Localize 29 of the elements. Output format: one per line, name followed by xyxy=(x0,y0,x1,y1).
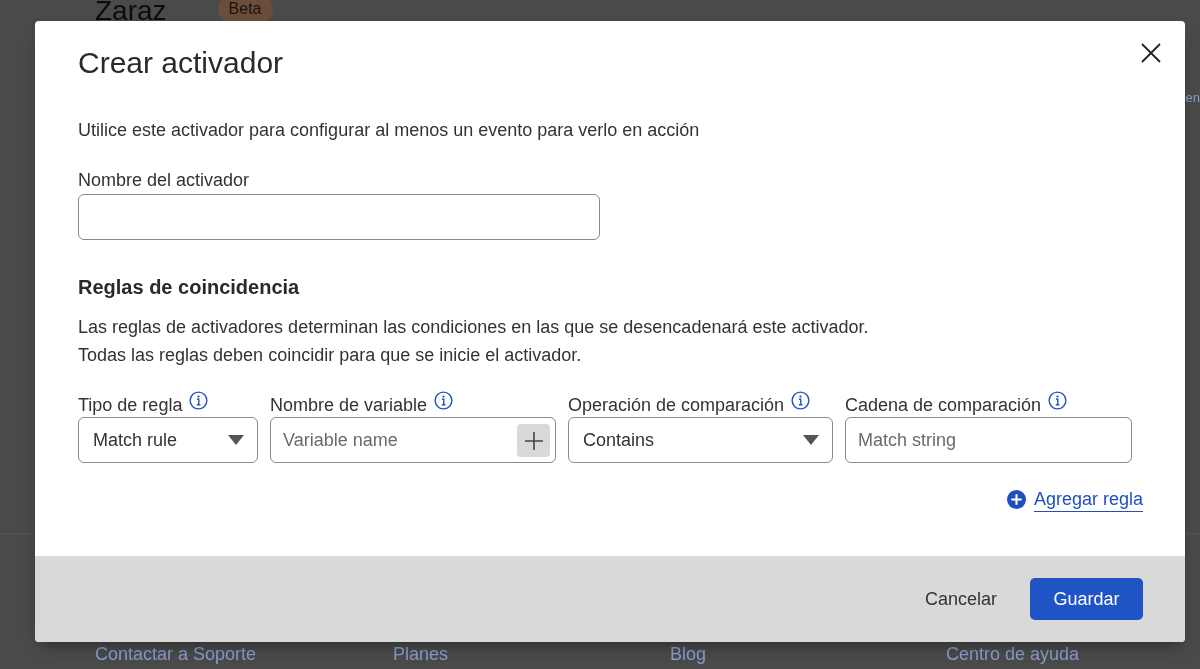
match-string-field[interactable]: Match string xyxy=(845,417,1132,463)
trigger-name-field[interactable] xyxy=(78,194,600,240)
add-variable-button[interactable] xyxy=(517,424,550,457)
dialog-title: Crear activador xyxy=(78,45,284,81)
dropdown-select[interactable]: Contains xyxy=(568,417,833,463)
caret-icon xyxy=(803,435,819,445)
save-button[interactable]: Guardar xyxy=(1030,578,1143,620)
caret-icon xyxy=(228,435,244,445)
dialog-description: Utilice este activador para configurar al menos un evento para verlo en acción xyxy=(78,119,701,142)
variable-name-field[interactable]: Variable name xyxy=(270,417,556,463)
page-title: Zaraz xyxy=(95,0,167,21)
plus-icon xyxy=(524,431,543,450)
add-rule-link[interactable]: Agregar regla xyxy=(1033,487,1143,511)
dropdown-select[interactable]: Match rule xyxy=(78,417,258,463)
section-description: Las reglas de activadores determinan las condiciones en las que se desencadenará este activador. Todas las reglas deben coincidir para que se inicie el activador. xyxy=(78,316,870,367)
field-label: Operación de comparación xyxy=(568,394,785,417)
field-label: Cadena de comparación xyxy=(845,394,1042,417)
info-icon[interactable] xyxy=(791,391,811,410)
plus-circle-icon[interactable] xyxy=(1006,489,1026,509)
field-label: Tipo de regla xyxy=(78,394,183,417)
close-icon xyxy=(1141,43,1161,63)
info-icon[interactable] xyxy=(189,391,209,410)
beta-badge: Beta xyxy=(217,0,273,22)
field-label: Nombre de variable xyxy=(270,394,428,417)
info-icon[interactable] xyxy=(1048,391,1068,410)
field-label: Nombre del activador xyxy=(78,169,250,192)
info-icon[interactable] xyxy=(434,391,454,410)
cancel-button[interactable]: Cancelar xyxy=(912,580,1009,618)
section-heading: Reglas de coincidencia xyxy=(78,275,301,300)
